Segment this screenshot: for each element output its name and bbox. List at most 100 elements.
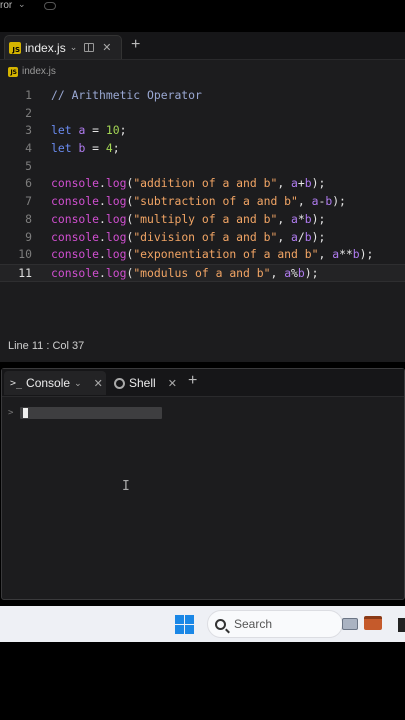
code-token: ; [119,123,127,138]
code-token: , [277,211,292,226]
code-line[interactable]: 6 console.log("addition of a and b", a+b)… [0,175,405,193]
tab-shell[interactable]: Shell ✕ [114,371,177,395]
tab-console[interactable]: >_ Console ⌄ ✕ [4,371,106,395]
code-token: console [51,211,100,226]
code-token: , [277,229,292,244]
code-token: , [318,247,333,262]
code-token: % [291,265,298,280]
text-caret [23,407,28,418]
code-text: // Arithmetic Operator [51,87,202,105]
line-number: 11 [18,265,32,280]
code-token: // Arithmetic Operator [51,88,202,102]
code-token: a [291,176,298,191]
code-text: console.log("division of a and b", a/b); [51,229,325,247]
code-token: let [51,141,72,156]
console-input[interactable] [20,406,162,419]
code-token: log [105,265,127,280]
code-token: "subtraction of a and b" [133,194,298,209]
code-token: log [105,194,127,209]
code-token: console [51,229,100,244]
line-number: 6 [25,176,32,191]
code-line[interactable]: 2 [0,105,405,123]
code-line[interactable]: 9 console.log("division of a and b", a/b)… [0,229,405,247]
line-number: 3 [25,123,32,138]
code-token: / [297,229,305,244]
code-token: . [99,265,106,280]
code-token: = [85,123,106,138]
editor-tab-index-js[interactable]: JS index.js ⌄ ✕ [4,35,122,59]
code-line[interactable]: 5 [0,158,405,176]
close-icon[interactable]: ✕ [102,41,111,54]
code-line[interactable]: 1 // Arithmetic Operator [0,87,405,105]
shell-icon [114,377,125,389]
briefcase-app-icon[interactable] [364,616,382,630]
code-line[interactable]: 8 console.log("multiply of a and b", a*b)… [0,211,405,229]
code-token: ); [311,211,326,226]
code-token: a [291,211,298,226]
add-tab-icon[interactable]: + [188,372,197,390]
code-token: a [291,229,298,244]
top-fragment-text: ror [0,0,13,11]
code-line[interactable]: 7 console.log("subtraction of a and b", a… [0,193,405,211]
code-token: b [304,176,312,191]
code-token: b [297,265,305,280]
folder-app-icon[interactable] [342,618,358,630]
code-token: . [99,211,106,226]
code-token: let [51,123,72,138]
console-tab-label: Console [26,376,71,390]
ibeam-cursor-icon: I [122,479,130,494]
taskbar-search[interactable]: Search [207,610,343,638]
search-icon [215,618,226,630]
code-line[interactable]: 10 console.log("exponentiation of a and b… [0,246,405,264]
code-token: log [105,247,127,262]
code-token: b [304,229,312,244]
code-token: ); [332,194,346,209]
code-token: log [105,229,127,244]
split-view-icon[interactable] [84,43,95,52]
top-strip: ror ⌄ [0,0,405,32]
code-text: console.log("subtraction of a and b", a-… [51,193,346,211]
chevron-down-icon[interactable]: ⌄ [18,0,26,10]
code-token: ); [304,265,319,280]
terminal-icon: >_ [10,377,23,389]
code-token: 10 [105,123,120,138]
code-editor[interactable]: 1// Arithmetic Operator 2 3 let a = 10; 4 let… [0,87,405,282]
code-token: . [99,247,106,262]
chevron-down-icon[interactable]: ⌄ [70,42,78,53]
code-token: * [297,211,305,226]
code-token: b [352,247,360,262]
code-token: . [99,194,106,209]
close-icon[interactable]: ✕ [168,377,177,390]
code-token: log [105,211,127,226]
code-token: "modulus of a and b" [133,265,271,280]
console-tab-bar: >_ Console ⌄ ✕ Shell ✕ + [2,369,404,397]
line-number: 9 [25,229,32,244]
code-token: + [297,176,305,191]
windows-start-icon[interactable] [175,615,194,634]
taskbar: Search [0,606,405,642]
js-file-icon: JS [9,41,21,54]
code-line[interactable]: 3 let a = 10; [0,122,405,140]
add-tab-icon[interactable]: + [131,36,140,54]
line-number: 7 [25,194,32,209]
breadcrumb-filename[interactable]: index.js [22,66,56,77]
code-line[interactable]: 4 let b = 4; [0,140,405,158]
chevron-down-icon[interactable]: ⌄ [74,378,82,389]
code-token: console [51,194,100,209]
code-token: , [277,176,292,191]
code-text: console.log("addition of a and b", a+b); [51,175,325,193]
editor-tab-bar: JS index.js ⌄ ✕ [0,32,405,60]
code-token: , [270,265,285,280]
code-token: console [51,176,100,191]
editor-tab-label: index.js [25,40,66,55]
code-token: ); [311,229,326,244]
code-text: console.log("modulus of a and b", a%b); [51,265,318,283]
code-token: . [99,176,106,191]
code-line[interactable]: 11 console.log("modulus of a and b", a%b)… [0,263,405,283]
code-token: log [105,176,127,191]
app-icon-partial[interactable] [398,618,405,632]
cloud-icon [44,2,56,10]
code-text: console.log("multiply of a and b", a*b); [51,211,325,229]
search-placeholder: Search [234,617,273,631]
close-icon[interactable]: ✕ [94,377,103,390]
